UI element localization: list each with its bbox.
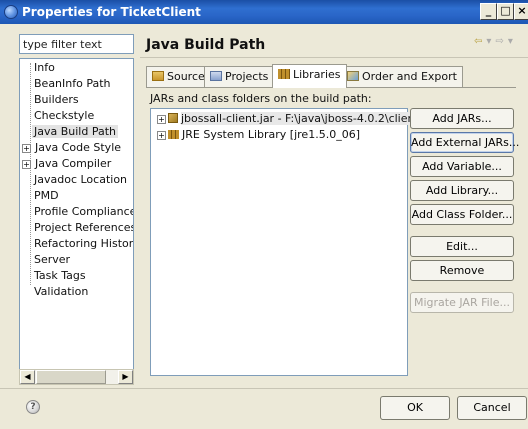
- tab-label: Libraries: [293, 68, 341, 81]
- tree-item-java-code-style[interactable]: + Java Code Style: [22, 140, 123, 156]
- tree-item-server[interactable]: Server: [32, 252, 72, 268]
- tree-item-builders[interactable]: Builders: [32, 92, 81, 108]
- tree-item-label: Validation: [34, 285, 89, 298]
- tree-item-info[interactable]: Info: [32, 60, 57, 76]
- add-jars-button[interactable]: Add JARs...: [410, 108, 514, 129]
- tree-item-beaninfo-path[interactable]: BeanInfo Path: [32, 76, 113, 92]
- libraries-icon: [278, 69, 290, 79]
- tree-item-label: PMD: [34, 189, 59, 202]
- libraries-list[interactable]: + jbossall-client.jar - F:\java\jboss-4.0…: [150, 108, 419, 376]
- library-icon: [168, 130, 179, 139]
- history-nav[interactable]: ⇦▾⇨▾: [474, 36, 517, 47]
- add-class-folder-button[interactable]: Add Class Folder...: [410, 204, 514, 225]
- tree-item-checkstyle[interactable]: Checkstyle: [32, 108, 96, 124]
- tree-connector: [30, 63, 31, 285]
- tree-horizontal-scrollbar[interactable]: ◀ ▶: [19, 369, 134, 385]
- expand-icon[interactable]: +: [22, 159, 31, 169]
- minimize-button[interactable]: _: [480, 3, 497, 20]
- title-bar[interactable]: Properties for TicketClient _ □ ×: [0, 0, 528, 24]
- jar-icon: [168, 113, 178, 123]
- tree-item-label: Javadoc Location: [34, 173, 128, 186]
- expand-icon[interactable]: +: [157, 130, 166, 140]
- migrate-jar-file-button[interactable]: Migrate JAR File...: [410, 292, 514, 313]
- forward-arrow-icon[interactable]: ⇨: [495, 36, 507, 47]
- eclipse-icon: [4, 5, 18, 19]
- properties-dialog: Properties for TicketClient _ □ × Info B…: [0, 0, 528, 429]
- tab-label: Source: [167, 70, 205, 83]
- scroll-left-icon[interactable]: ◀: [20, 370, 35, 384]
- tree-item-label: Builders: [34, 93, 79, 106]
- tree-item-label: Java Code Style: [35, 141, 122, 154]
- list-item-label: jbossall-client.jar - F:\java\jboss-4.0.…: [181, 112, 419, 125]
- tab-libraries[interactable]: Libraries: [272, 64, 347, 88]
- tree-item-label: Project References: [34, 221, 134, 234]
- list-item[interactable]: + jbossall-client.jar - F:\java\jboss-4.0…: [157, 111, 419, 127]
- tree-item-label: Info: [34, 61, 55, 74]
- maximize-button[interactable]: □: [497, 3, 514, 20]
- tab-source[interactable]: Source: [146, 66, 211, 88]
- footer-separator: [0, 388, 528, 389]
- tab-label: Projects: [225, 70, 269, 83]
- tree-item-label: Task Tags: [34, 269, 86, 282]
- tree-item-java-build-path[interactable]: Java Build Path: [32, 124, 119, 140]
- help-icon[interactable]: ?: [26, 400, 40, 414]
- window-title: Properties for TicketClient: [22, 5, 201, 19]
- build-path-section-label: JARs and class folders on the build path…: [150, 92, 372, 105]
- add-library-button[interactable]: Add Library...: [410, 180, 514, 201]
- tab-order-and-export[interactable]: Order and Export: [341, 66, 463, 88]
- ok-button[interactable]: OK: [380, 396, 450, 420]
- expand-icon[interactable]: +: [157, 114, 166, 124]
- tree-item-label: Java Build Path: [32, 125, 119, 138]
- back-arrow-icon[interactable]: ⇦: [474, 36, 486, 47]
- tree-item-java-compiler[interactable]: + Java Compiler: [22, 156, 113, 172]
- tree-item-project-references[interactable]: Project References: [32, 220, 134, 236]
- tree-item-label: Profile Compliance a: [34, 205, 134, 218]
- tree-item-label: Server: [34, 253, 71, 266]
- title-separator: [140, 57, 528, 58]
- order-export-icon: [347, 71, 359, 81]
- expand-icon[interactable]: +: [22, 143, 31, 153]
- cancel-button[interactable]: Cancel: [457, 396, 527, 420]
- tree-item-label: Checkstyle: [34, 109, 95, 122]
- tree-item-label: Java Compiler: [35, 157, 112, 170]
- filter-input[interactable]: [19, 34, 134, 54]
- tab-label: Order and Export: [362, 70, 457, 83]
- close-button[interactable]: ×: [514, 3, 528, 20]
- tree-item-task-tags[interactable]: Task Tags: [32, 268, 88, 284]
- page-title: Java Build Path: [146, 37, 266, 53]
- tree-item-label: BeanInfo Path: [34, 77, 111, 90]
- scroll-right-icon[interactable]: ▶: [118, 370, 133, 384]
- dropdown-icon[interactable]: ▾: [508, 36, 517, 47]
- list-item[interactable]: + JRE System Library [jre1.5.0_06]: [157, 127, 360, 143]
- tree-item-pmd[interactable]: PMD: [32, 188, 61, 204]
- projects-icon: [210, 71, 222, 81]
- tab-projects[interactable]: Projects: [204, 66, 275, 88]
- tree-item-label: Refactoring History: [34, 237, 134, 250]
- remove-button[interactable]: Remove: [410, 260, 514, 281]
- scrollbar-thumb[interactable]: [36, 370, 106, 384]
- tree-item-profile-compliance[interactable]: Profile Compliance a: [32, 204, 134, 220]
- source-folder-icon: [152, 71, 164, 81]
- add-external-jars-button[interactable]: Add External JARs...: [410, 132, 519, 153]
- property-pages-tree: Info BeanInfo Path Builders Checkstyle J…: [19, 58, 134, 370]
- add-variable-button[interactable]: Add Variable...: [410, 156, 514, 177]
- tree-item-validation[interactable]: Validation: [32, 284, 90, 300]
- tree-item-refactoring-history[interactable]: Refactoring History: [32, 236, 134, 252]
- edit-button[interactable]: Edit...: [410, 236, 514, 257]
- list-item-label: JRE System Library [jre1.5.0_06]: [182, 128, 360, 141]
- tree-item-javadoc-location[interactable]: Javadoc Location: [32, 172, 129, 188]
